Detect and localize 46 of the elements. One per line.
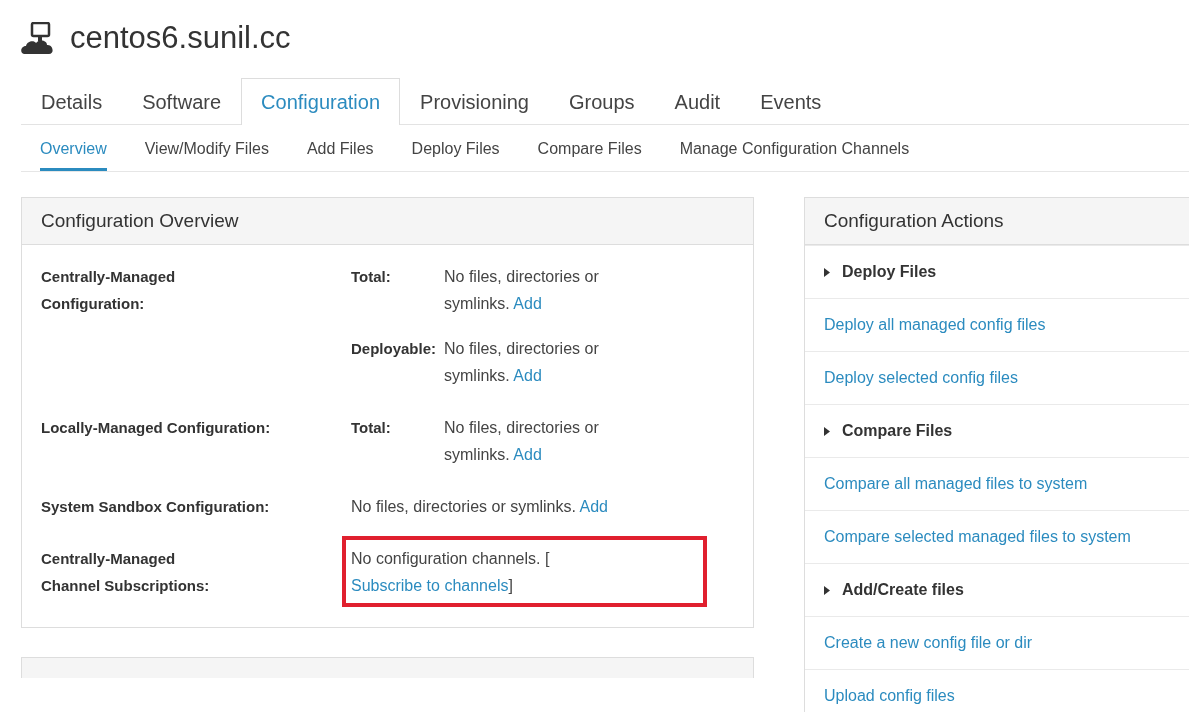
caret-icon <box>824 585 830 595</box>
value-text: No files, directories or symlinks. Add <box>351 497 609 517</box>
tab[interactable]: Details <box>21 78 123 125</box>
page-title: centos6.sunil.cc <box>70 20 291 56</box>
row-label: Centrally-Managed Configuration: <box>41 267 177 314</box>
field-label: Total: <box>351 418 392 438</box>
section-heading[interactable]: Deploy Files <box>842 263 937 281</box>
field-label: Total: <box>351 267 392 287</box>
action-link[interactable]: Compare selected managed files to system <box>824 528 1131 546</box>
row-label: Locally-Managed Configuration: <box>41 418 272 438</box>
link[interactable]: Add <box>579 498 608 515</box>
subtab[interactable]: Add Files <box>306 125 374 171</box>
subtab[interactable]: View/Modify Files <box>144 125 269 171</box>
subtab[interactable]: Manage Configuration Channels <box>679 125 910 171</box>
row-label: Centrally-Managed Channel Subscriptions: <box>41 549 211 596</box>
link[interactable]: Add <box>513 446 542 463</box>
tab[interactable]: Events <box>740 78 842 125</box>
tab[interactable]: Audit <box>654 78 741 125</box>
value-text: No files, directories or symlinks. Add <box>444 339 600 386</box>
action-link[interactable]: Upload config files <box>824 687 955 705</box>
tab[interactable]: Configuration <box>241 78 401 125</box>
highlighted-text: No configuration channels. [ Subscribe to channels] <box>346 540 703 603</box>
link[interactable]: Add <box>513 295 542 312</box>
panel-title: Configuration Overview <box>41 210 239 232</box>
action-link[interactable]: Deploy selected config files <box>824 369 1018 387</box>
link[interactable]: Add <box>513 367 542 384</box>
row-label: System Sandbox Configuration: <box>41 497 271 517</box>
subtab[interactable]: Overview <box>40 125 107 171</box>
section-heading[interactable]: Compare Files <box>842 422 953 440</box>
panel-title: Configuration Actions <box>824 210 1004 232</box>
link[interactable]: Subscribe to channels <box>351 577 509 594</box>
subtab[interactable]: Compare Files <box>537 125 642 171</box>
action-link[interactable]: Create a new config file or dir <box>824 634 1033 652</box>
computer-cloud-icon <box>21 21 54 55</box>
action-link[interactable]: Deploy all managed config files <box>824 316 1046 334</box>
action-link[interactable]: Compare all managed files to system <box>824 475 1088 493</box>
value-text: No files, directories or symlinks. Add <box>444 418 600 465</box>
tab[interactable]: Groups <box>549 78 655 125</box>
tab[interactable]: Provisioning <box>400 78 549 125</box>
caret-icon <box>824 426 830 436</box>
value-text: No files, directories or symlinks. Add <box>444 267 600 314</box>
caret-icon <box>824 267 830 277</box>
tab[interactable]: Software <box>122 78 242 125</box>
field-label: Deployable: <box>351 339 438 359</box>
section-heading[interactable]: Add/Create files <box>842 581 964 599</box>
subtab[interactable]: Deploy Files <box>411 125 500 171</box>
